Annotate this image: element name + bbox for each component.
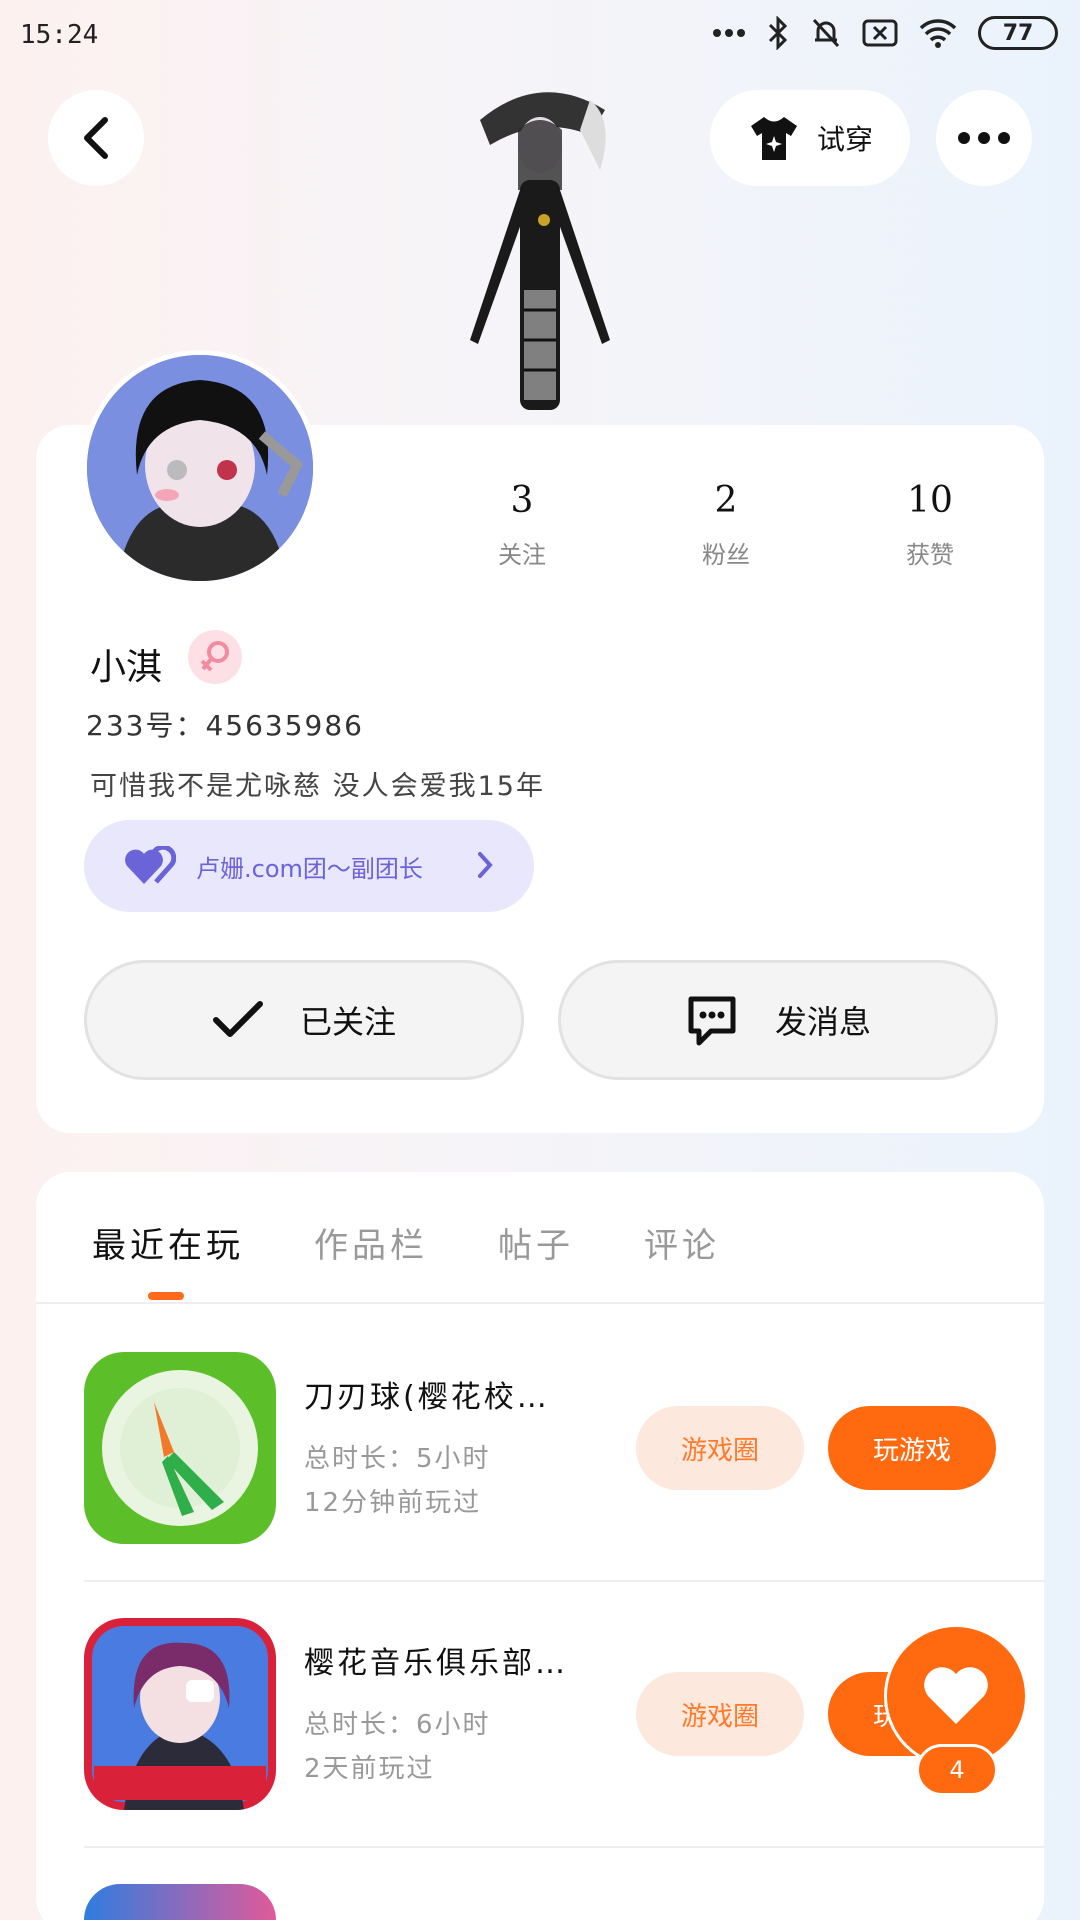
stat-following-label: 关注 <box>498 541 546 569</box>
back-button[interactable] <box>48 90 144 186</box>
close-box-icon <box>862 19 898 47</box>
username: 小淇 <box>90 647 163 688</box>
game-title: 刀刃球(樱花校… <box>304 1380 550 1415</box>
more-dots-icon <box>713 29 745 37</box>
gender-badge <box>188 630 242 684</box>
tab-works[interactable]: 作品栏 <box>314 1218 428 1267</box>
stat-fans-label: 粉丝 <box>702 541 750 569</box>
check-icon <box>212 1001 263 1037</box>
stat-following[interactable]: 3 关注 <box>442 480 602 570</box>
row-divider <box>84 1846 1044 1848</box>
try-on-label: 试穿 <box>816 123 873 156</box>
game-last-played: 2天前玩过 <box>304 1754 435 1784</box>
tab-recent-play[interactable]: 最近在玩 <box>92 1218 244 1267</box>
tshirt-icon <box>750 117 797 160</box>
more-dots-icon <box>958 132 1010 144</box>
chat-bubble-icon <box>688 996 736 1046</box>
female-icon <box>200 641 229 672</box>
play-game-button[interactable]: 玩游戏 <box>828 1406 996 1490</box>
tab-posts[interactable]: 帖子 <box>498 1218 574 1267</box>
game-title: 樱花音乐俱乐部… <box>304 1646 568 1681</box>
battery-icon: 77 <box>978 16 1058 50</box>
bio: 可惜我不是尤咏慈 没人会爱我15年 <box>90 771 545 802</box>
game-icon <box>84 1884 276 1920</box>
try-on-button[interactable]: 试穿 <box>710 90 910 186</box>
list-item[interactable]: 刀刃球(樱花校… 总时长：5小时 12分钟前玩过 游戏圈 玩游戏 <box>84 1352 1044 1544</box>
stat-likes-value: 10 <box>907 480 953 521</box>
follow-button[interactable]: 已关注 <box>84 960 524 1080</box>
game-duration: 总时长：5小时 <box>304 1444 491 1474</box>
user-id: 233号：45635986 <box>86 709 364 742</box>
status-bar: 15:24 77 <box>0 0 1080 72</box>
game-circle-button[interactable]: 游戏圈 <box>636 1672 804 1756</box>
game-icon <box>84 1352 276 1544</box>
message-label: 发消息 <box>774 1003 871 1041</box>
message-button[interactable]: 发消息 <box>558 960 998 1080</box>
chevron-left-icon <box>84 117 108 159</box>
wifi-icon <box>919 19 957 48</box>
heart-icon <box>924 1667 988 1724</box>
row-divider <box>84 1580 1044 1582</box>
group-chip[interactable]: 卢姗.com团～副团长 <box>84 820 534 912</box>
more-button[interactable] <box>936 90 1032 186</box>
stat-likes-label: 获赞 <box>906 541 954 569</box>
game-duration: 总时长：6小时 <box>304 1710 491 1740</box>
tab-comments[interactable]: 评论 <box>644 1218 720 1267</box>
avatar[interactable] <box>82 350 318 586</box>
stat-following-value: 3 <box>510 480 534 521</box>
game-last-played: 12分钟前玩过 <box>304 1488 482 1518</box>
status-time: 15:24 <box>20 20 99 50</box>
chevron-right-icon <box>478 852 493 878</box>
like-count-badge: 4 <box>916 1744 998 1796</box>
mute-bell-icon <box>812 18 840 48</box>
avatar-3d-model[interactable] <box>440 70 640 430</box>
stat-fans-value: 2 <box>714 480 738 521</box>
bluetooth-icon <box>768 16 788 50</box>
follow-label: 已关注 <box>299 1003 396 1041</box>
tab-indicator <box>148 1292 184 1300</box>
tab-divider <box>36 1302 1044 1304</box>
game-icon <box>84 1618 276 1810</box>
game-circle-button[interactable]: 游戏圈 <box>636 1406 804 1490</box>
heart-double-icon <box>125 846 176 884</box>
status-icons: 77 <box>712 16 1058 50</box>
profile-tabs: 最近在玩 作品栏 帖子 评论 <box>56 1218 720 1267</box>
stat-fans[interactable]: 2 粉丝 <box>646 480 806 570</box>
stat-likes[interactable]: 10 获赞 <box>850 480 1010 570</box>
group-label: 卢姗.com团～副团长 <box>196 854 423 883</box>
